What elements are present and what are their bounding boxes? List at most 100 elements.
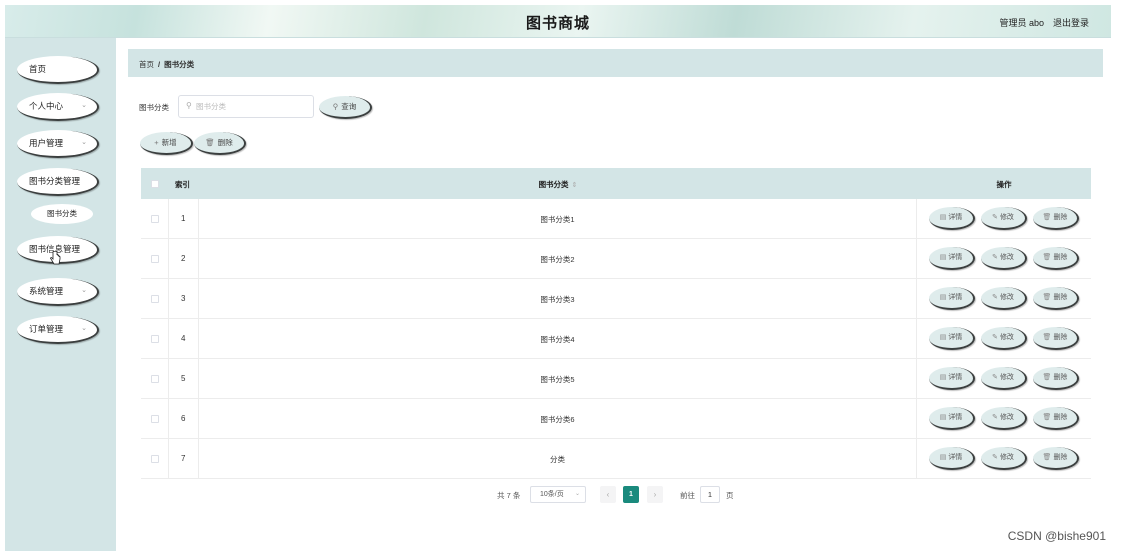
sort-icon[interactable]: ⇕ — [572, 182, 578, 189]
category-table: 索引 图书分类 ⇕ 操作 1 图书分类1 ▤ 详情 ✎ 修改 🗑 删除 2 图书分类2 … — [141, 168, 1091, 479]
next-page-button[interactable]: › — [647, 486, 663, 503]
detail-button[interactable]: ▤ 详情 — [929, 207, 975, 230]
edit-button[interactable]: ✎ 修改 — [981, 247, 1027, 270]
search-field[interactable]: ⚲ — [178, 95, 314, 118]
sidebar-item-label: 个人中心 — [29, 101, 64, 111]
row-index: 6 — [181, 414, 186, 423]
row-category-name: 图书分类1 — [540, 215, 575, 224]
detail-button[interactable]: ▤ 详情 — [929, 447, 975, 470]
chevron-down-icon: ⌄ — [81, 325, 87, 332]
sidebar-item-system[interactable]: 系统管理 ⌄ — [17, 278, 99, 306]
header-index: 索引 — [175, 180, 190, 189]
document-icon: ▤ — [939, 414, 947, 421]
delete-button[interactable]: 🗑 删除 — [1033, 327, 1079, 350]
chevron-down-icon: ⌄ — [81, 102, 87, 109]
row-index: 1 — [181, 214, 186, 223]
sidebar-item-orders[interactable]: 订单管理 ⌄ — [17, 316, 99, 344]
detail-button[interactable]: ▤ 详情 — [929, 407, 975, 430]
document-icon: ▤ — [939, 254, 947, 261]
chevron-down-icon: ⌄ — [574, 491, 580, 497]
header-actions: 操作 — [996, 180, 1012, 189]
delete-button-label: 删除 — [1053, 334, 1068, 341]
sidebar-item-users[interactable]: 用户管理 ⌄ — [17, 130, 99, 158]
delete-button-label: 删除 — [1053, 374, 1068, 381]
edit-button-label: 修改 — [999, 454, 1014, 461]
row-checkbox[interactable] — [151, 335, 159, 343]
row-category-name: 图书分类5 — [540, 375, 575, 384]
row-index: 4 — [181, 334, 186, 343]
row-category-name: 图书分类4 — [540, 335, 575, 344]
sidebar-item-category-management[interactable]: 图书分类管理 — [17, 168, 99, 196]
edit-button[interactable]: ✎ 修改 — [981, 407, 1027, 430]
document-icon: ▤ — [939, 334, 947, 341]
detail-button-label: 详情 — [948, 414, 963, 421]
trash-icon: 🗑 — [1042, 334, 1052, 341]
delete-button[interactable]: 🗑 删除 — [1033, 207, 1079, 230]
breadcrumb-current: 图书分类 — [164, 60, 195, 69]
table-row: 2 图书分类2 ▤ 详情 ✎ 修改 🗑 删除 — [141, 239, 1091, 279]
delete-button[interactable]: 🗑 删除 — [1033, 447, 1079, 470]
table-row: 5 图书分类5 ▤ 详情 ✎ 修改 🗑 删除 — [141, 359, 1091, 399]
breadcrumb: 首页 / 图书分类 — [139, 59, 194, 70]
edit-button[interactable]: ✎ 修改 — [981, 207, 1027, 230]
goto-page-input[interactable] — [700, 486, 720, 503]
edit-button[interactable]: ✎ 修改 — [981, 447, 1027, 470]
sidebar-item-profile[interactable]: 个人中心 ⌄ — [17, 93, 99, 121]
row-checkbox[interactable] — [151, 255, 159, 263]
delete-button-label: 删除 — [1053, 414, 1068, 421]
chevron-down-icon: ⌄ — [81, 139, 87, 146]
search-icon: ⚲ — [332, 102, 339, 111]
table-row: 7 分类 ▤ 详情 ✎ 修改 🗑 删除 — [141, 439, 1091, 479]
current-user: 管理员 abo — [999, 18, 1044, 28]
app-title: 图书商城 — [525, 15, 590, 32]
search-label: 图书分类 — [139, 103, 169, 112]
edit-button-label: 修改 — [999, 334, 1014, 341]
row-checkbox[interactable] — [151, 455, 159, 463]
edit-button[interactable]: ✎ 修改 — [981, 327, 1027, 350]
sidebar-item-label: 系统管理 — [29, 286, 64, 296]
delete-button[interactable]: 🗑 删除 — [1033, 287, 1079, 310]
trash-icon: 🗑 — [1042, 254, 1052, 261]
edit-button[interactable]: ✎ 修改 — [981, 287, 1027, 310]
detail-button[interactable]: ▤ 详情 — [929, 287, 975, 310]
query-button[interactable]: ⚲ 查询 — [319, 96, 372, 119]
select-all-checkbox[interactable] — [151, 180, 159, 188]
edit-button-label: 修改 — [999, 214, 1014, 221]
detail-button-label: 详情 — [948, 254, 963, 261]
batch-delete-button[interactable]: 🗑 删除 — [194, 132, 246, 155]
trash-icon: 🗑 — [1042, 414, 1052, 421]
prev-page-button[interactable]: ‹ — [600, 486, 616, 503]
edit-button[interactable]: ✎ 修改 — [981, 367, 1027, 390]
chevron-down-icon: ⌄ — [81, 287, 87, 294]
delete-button-label: 删除 — [1053, 214, 1068, 221]
row-checkbox[interactable] — [151, 375, 159, 383]
add-button[interactable]: + 新增 — [140, 132, 193, 155]
sidebar-item-label: 用户管理 — [29, 138, 64, 148]
edit-button-label: 修改 — [999, 414, 1014, 421]
table-header: 索引 图书分类 ⇕ 操作 — [141, 168, 1091, 199]
plus-icon: + — [154, 138, 159, 147]
sidebar-item-home[interactable]: 首页 — [17, 56, 99, 84]
sidebar-subitem-category[interactable]: 图书分类 — [31, 204, 93, 224]
row-checkbox[interactable] — [151, 295, 159, 303]
breadcrumb-home[interactable]: 首页 — [139, 60, 154, 69]
delete-button[interactable]: 🗑 删除 — [1033, 407, 1079, 430]
add-button-label: 新增 — [161, 138, 177, 147]
row-checkbox[interactable] — [151, 215, 159, 223]
header-category[interactable]: 图书分类 ⇕ — [199, 179, 917, 190]
detail-button[interactable]: ▤ 详情 — [929, 327, 975, 350]
sidebar: 首页 个人中心 ⌄ 用户管理 ⌄ 图书分类管理 图书分类 图书信息管理 系统管理… — [5, 38, 116, 551]
page-number-current[interactable]: 1 — [623, 486, 639, 503]
table-row: 6 图书分类6 ▤ 详情 ✎ 修改 🗑 删除 — [141, 399, 1091, 439]
search-icon: ⚲ — [186, 101, 192, 110]
detail-button-label: 详情 — [948, 294, 963, 301]
logout-link[interactable]: 退出登录 — [1053, 16, 1089, 29]
delete-button[interactable]: 🗑 删除 — [1033, 367, 1079, 390]
detail-button[interactable]: ▤ 详情 — [929, 367, 975, 390]
detail-button[interactable]: ▤ 详情 — [929, 247, 975, 270]
detail-button-label: 详情 — [948, 454, 963, 461]
search-input[interactable] — [196, 99, 308, 114]
delete-button[interactable]: 🗑 删除 — [1033, 247, 1079, 270]
row-checkbox[interactable] — [151, 415, 159, 423]
page-size-select[interactable]: 10条/页 ⌄ — [530, 486, 586, 503]
